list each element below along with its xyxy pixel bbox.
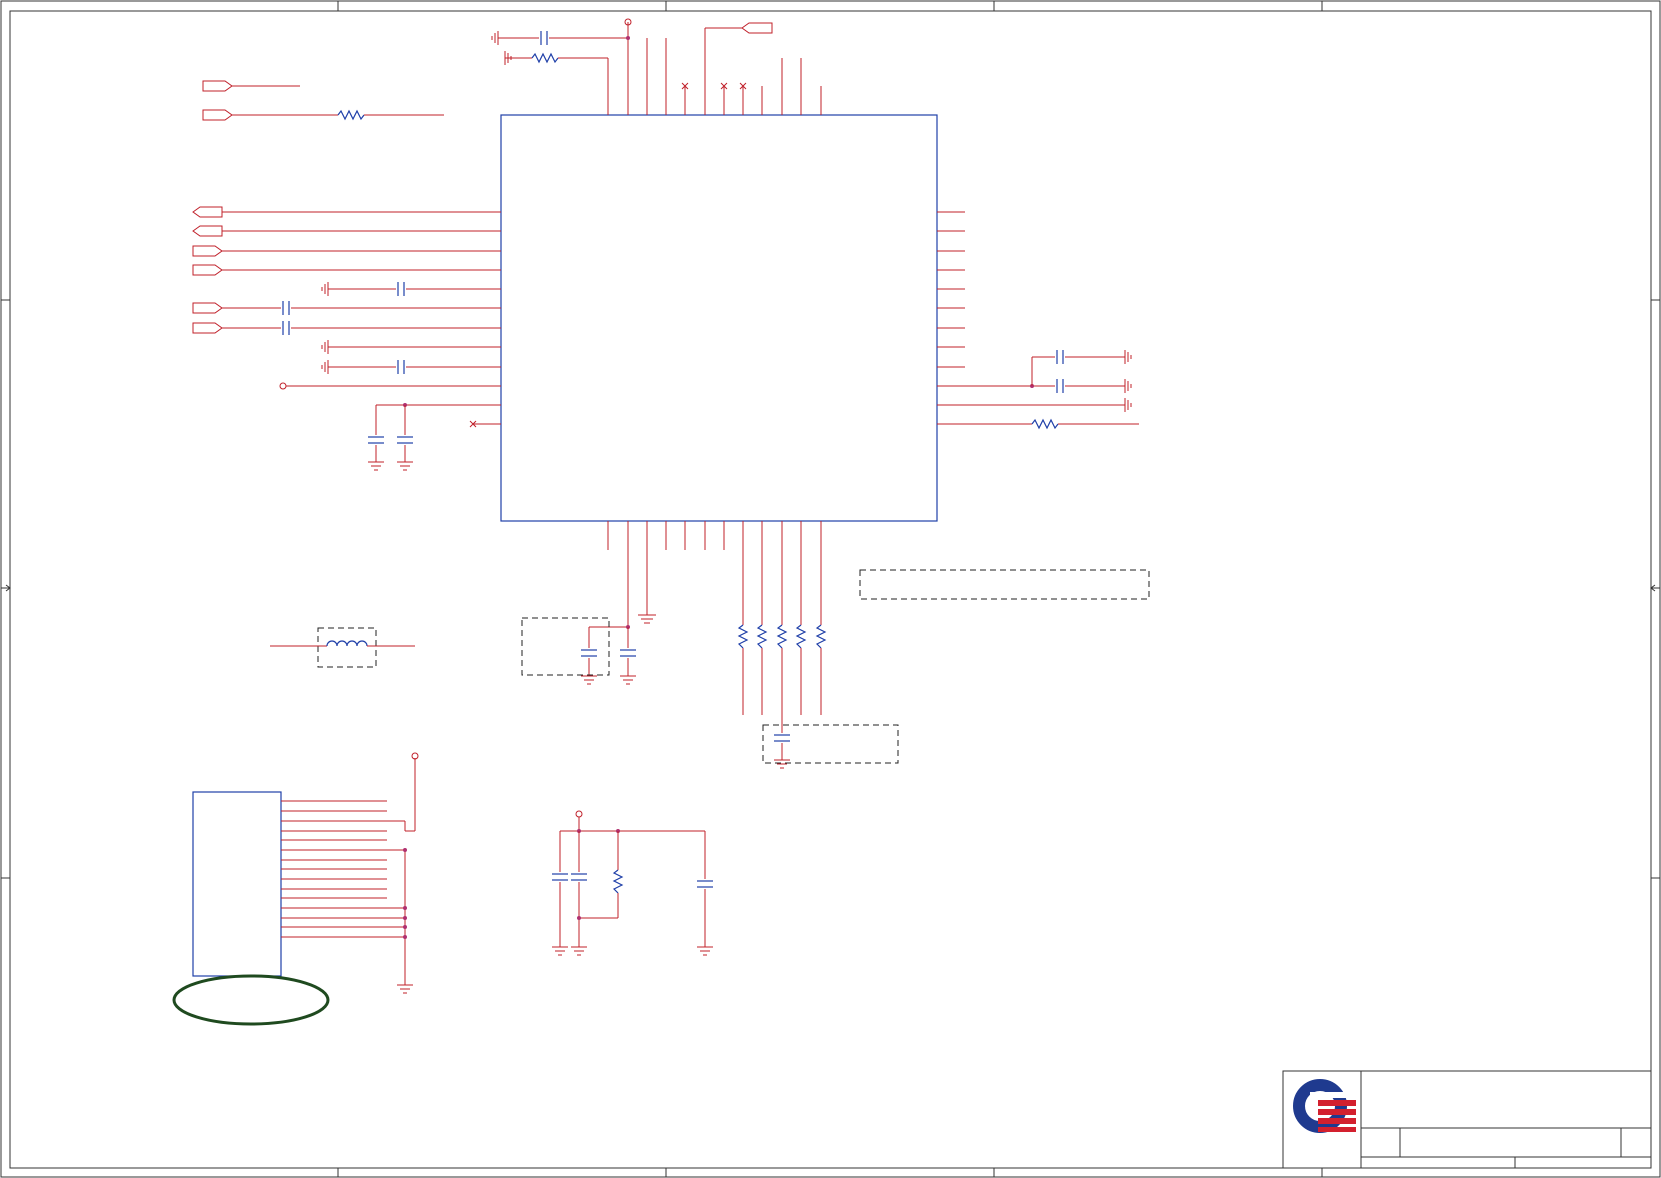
ground-icon [1118, 350, 1132, 364]
net-port-icon [741, 22, 773, 34]
schematic-sheet [0, 0, 1661, 1178]
schematic-canvas [0, 0, 1661, 1178]
ic-bottom-pins [607, 521, 827, 769]
ic-left-pins [192, 206, 501, 471]
power-rail-icon [575, 810, 583, 818]
connector-block [172, 752, 419, 1026]
net-port-icon [202, 80, 233, 92]
ground-icon [1118, 398, 1132, 412]
highlight-ellipse [172, 974, 330, 1026]
net-port-icon [202, 109, 233, 121]
title-block [1282, 1070, 1652, 1169]
net-port-icon [192, 264, 223, 276]
net-port-icon [192, 206, 223, 218]
net-port-icon [192, 302, 223, 314]
no-connect-marks [469, 82, 747, 428]
left-top-ports [202, 80, 444, 121]
inductor [270, 640, 415, 647]
ground-icon [552, 946, 568, 956]
ground-icon [397, 461, 413, 471]
power-rail-icon [279, 382, 287, 390]
power-filter-network [552, 810, 713, 956]
main-ic-body [500, 114, 938, 522]
ground-icon [504, 51, 512, 65]
ground-icon [321, 340, 335, 354]
annotation-box [317, 627, 377, 668]
top-decoupling-network [491, 18, 773, 65]
ground-icon [491, 31, 505, 45]
net-port-icon [192, 225, 223, 237]
ground-icon [638, 614, 656, 624]
ground-icon [368, 461, 384, 471]
q-company-logo-icon [1293, 1079, 1356, 1133]
ground-icon [774, 759, 790, 769]
ground-icon [571, 946, 587, 956]
annotation-box [859, 569, 1150, 600]
ic-right-pins [937, 211, 1139, 430]
ic-top-pins [607, 22, 822, 115]
ground-icon [397, 984, 413, 994]
net-port-icon [192, 245, 223, 257]
ground-icon [581, 675, 597, 685]
drawing-frame [0, 0, 1661, 1178]
ground-icon [1118, 379, 1132, 393]
annotation-box [762, 724, 899, 764]
ground-icon [321, 360, 335, 374]
net-port-icon [192, 322, 223, 334]
ground-icon [321, 282, 335, 296]
ground-icon [620, 675, 636, 685]
ground-icon [697, 946, 713, 956]
